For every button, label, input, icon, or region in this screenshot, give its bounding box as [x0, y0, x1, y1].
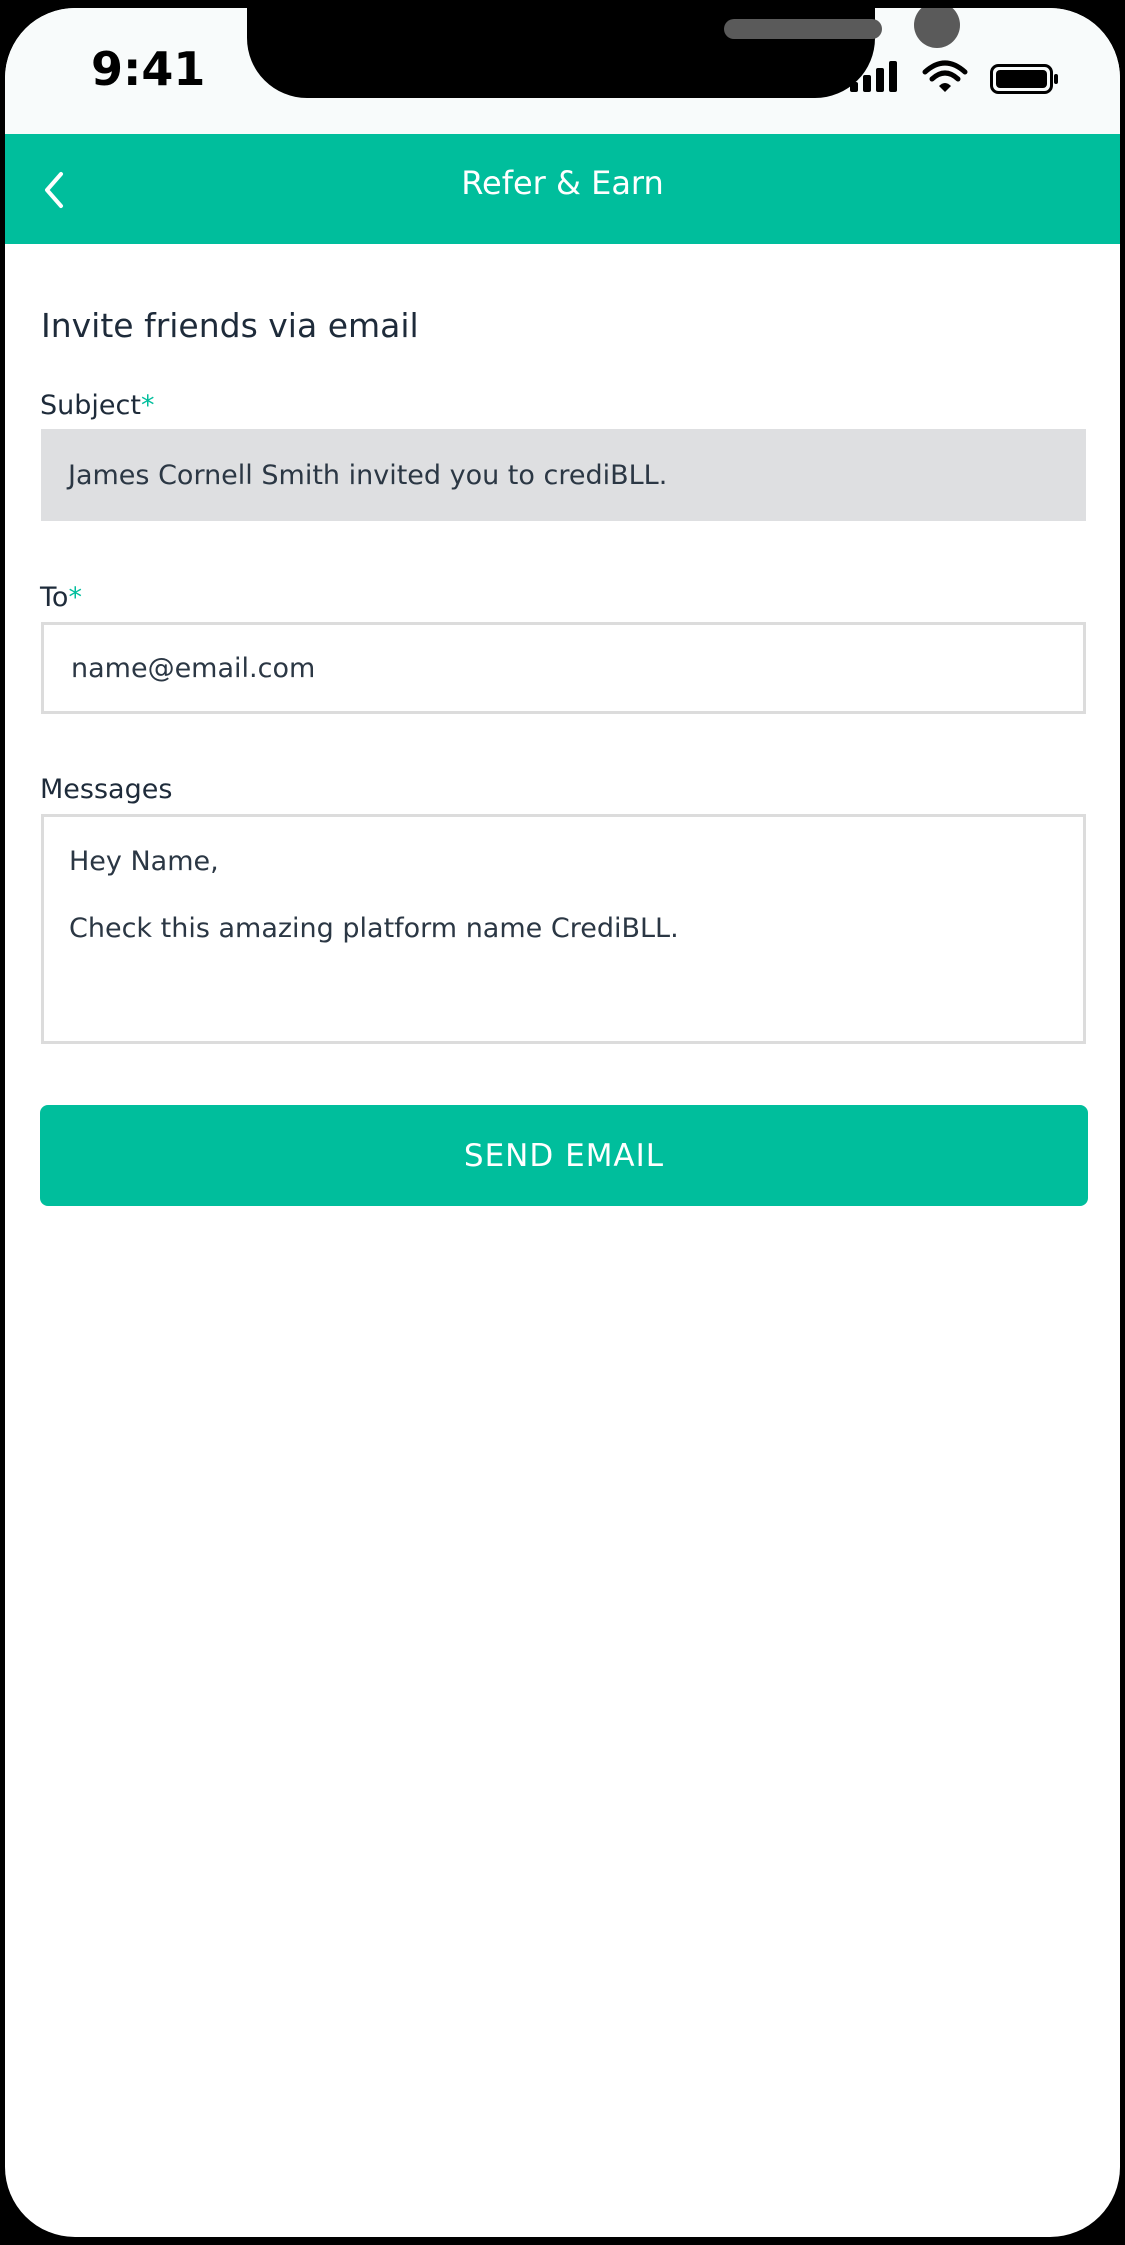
to-email-field[interactable]: name@email.com [41, 622, 1086, 714]
signal-icon [850, 61, 897, 92]
notch [247, 8, 960, 98]
messages-label-text: Messages [40, 774, 173, 805]
subject-field[interactable]: James Cornell Smith invited you to credi… [41, 429, 1086, 521]
message-line: Check this amazing platform name CrediBL… [69, 913, 679, 944]
page-title: Refer & Earn [461, 164, 664, 202]
required-mark: * [140, 390, 155, 421]
battery-icon [990, 64, 1058, 94]
required-mark: * [68, 582, 82, 613]
status-bar: 9:41 [5, 8, 1120, 134]
messages-label: Messages [40, 774, 172, 805]
to-placeholder: name@email.com [71, 652, 316, 684]
phone-screen: 9:41 Refer & Earn Invite friends via ema… [5, 8, 1120, 2237]
to-label-text: To [40, 582, 69, 613]
front-camera [914, 8, 960, 48]
subject-value: James Cornell Smith invited you to credi… [68, 459, 668, 491]
send-email-button[interactable]: SEND EMAIL [40, 1105, 1088, 1206]
section-title: Invite friends via email [41, 306, 419, 345]
wifi-icon [922, 60, 968, 92]
subject-label: Subject* [40, 390, 154, 421]
message-line: Hey Name, [69, 846, 219, 877]
app-header: Refer & Earn [5, 134, 1120, 244]
speaker [724, 19, 882, 39]
status-time: 9:41 [91, 42, 206, 96]
messages-textarea[interactable]: Hey Name, Check this amazing platform na… [41, 814, 1086, 1044]
subject-label-text: Subject [40, 390, 141, 421]
to-label: To* [40, 582, 82, 613]
